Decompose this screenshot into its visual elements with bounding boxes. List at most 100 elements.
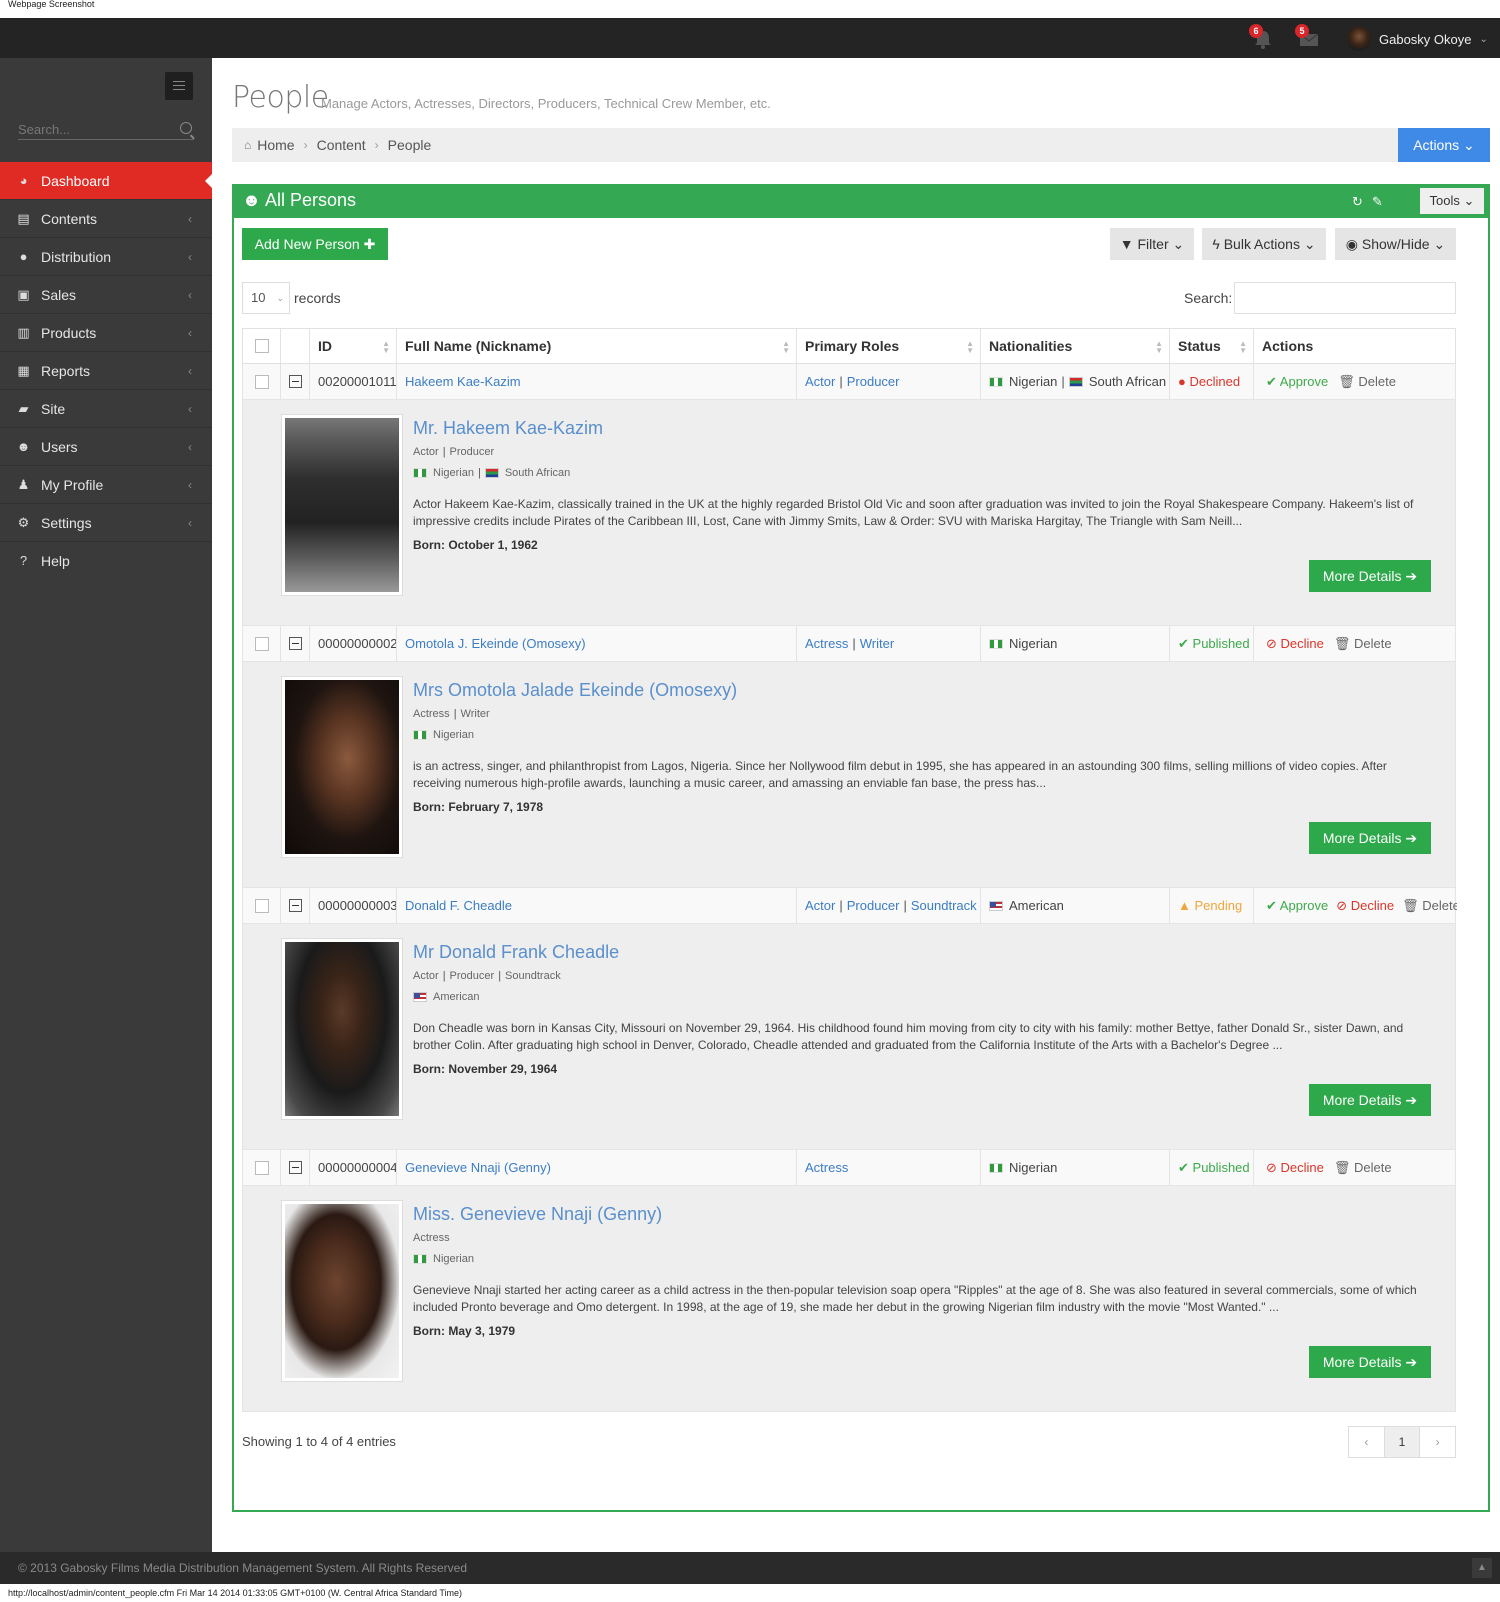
role-link[interactable]: Actor — [805, 898, 835, 913]
user-menu[interactable]: Gabosky Okoye ⌄ — [1347, 26, 1488, 52]
status-url: http://localhost/admin/content_people.cf… — [8, 1588, 462, 1598]
messages-button[interactable]: 5 — [1295, 24, 1320, 50]
table-search-input[interactable] — [1234, 282, 1456, 314]
chevron-down-icon: ⌄ — [1303, 236, 1316, 252]
delete-button[interactable]: 🗑︎ Delete — [1334, 1160, 1392, 1176]
table-search-label: Search: — [1184, 290, 1233, 306]
arrow-circle-right-icon: ➔ — [1405, 830, 1418, 846]
sidebar-item-reports[interactable]: ▦ Reports ‹ — [0, 352, 212, 390]
decline-button[interactable]: ⊘ Decline — [1266, 636, 1324, 652]
sidebar-item-products[interactable]: ▥ Products ‹ — [0, 314, 212, 352]
pagination-page-1[interactable]: 1 — [1384, 1427, 1421, 1457]
role-link[interactable]: Actress — [805, 636, 848, 651]
breadcrumb-home[interactable]: Home — [257, 137, 294, 153]
sort-icon: ▲ ▼ — [1155, 339, 1163, 355]
messages-badge: 5 — [1295, 24, 1309, 38]
row-checkbox[interactable] — [254, 636, 269, 651]
page-length-select[interactable]: 10 ⌄ — [242, 282, 290, 314]
delete-button[interactable]: 🗑︎ Delete — [1402, 898, 1457, 914]
delete-button[interactable]: 🗑︎ Delete — [1334, 636, 1392, 652]
eye-icon: ◉ — [1345, 236, 1358, 252]
nationality: Nigerian — [1009, 374, 1058, 389]
more-details-button[interactable]: More Details ➔ — [1309, 1346, 1431, 1378]
select-all-checkbox[interactable] — [254, 339, 269, 353]
chevron-down-icon: ⌄ — [1479, 33, 1488, 45]
wrench-icon[interactable]: ✎ — [1372, 194, 1383, 210]
bulk-actions-button[interactable]: ϟ Bulk Actions ⌄ — [1202, 228, 1326, 260]
sidebar-item-help[interactable]: ? Help — [0, 542, 212, 580]
person-name-link[interactable]: Hakeem Kae-Kazim — [405, 374, 521, 389]
collapse-row-icon[interactable] — [289, 637, 302, 650]
decline-button[interactable]: ⊘ Decline — [1266, 1160, 1324, 1176]
sidebar-item-settings[interactable]: ⚙ Settings ‹ — [0, 504, 212, 542]
sidebar-item-label: Products — [41, 325, 97, 341]
decline-button[interactable]: ⊘ Decline — [1336, 898, 1394, 914]
alerts-button[interactable]: 6 — [1249, 24, 1274, 50]
more-details-button[interactable]: More Details ➔ — [1309, 1084, 1431, 1116]
pagination: ‹ 1 › — [1348, 1426, 1456, 1458]
role-link[interactable]: Soundtrack — [911, 898, 977, 913]
role-link[interactable]: Actress — [805, 1160, 848, 1175]
chevron-left-icon: ‹ — [188, 364, 192, 378]
sidebar-item-users[interactable]: ☻ Users ‹ — [0, 428, 212, 466]
scroll-top-button[interactable]: ▲ — [1472, 1558, 1492, 1578]
detail-full-name[interactable]: Miss. Genevieve Nnaji (Genny) — [413, 1204, 662, 1225]
select-all-cell — [243, 329, 281, 363]
actions-dropdown-button[interactable]: Actions ⌄ — [1398, 128, 1490, 162]
sidebar-item-label: Sales — [41, 287, 77, 303]
search-icon[interactable] — [180, 122, 192, 134]
refresh-icon[interactable]: ↻ — [1352, 194, 1363, 210]
role-link[interactable]: Producer — [847, 898, 900, 913]
chevron-down-icon: ⌄ — [1463, 193, 1475, 208]
chevron-down-icon: ⌄ — [1463, 137, 1475, 153]
sidebar-item-contents[interactable]: ▤ Contents ‹ — [0, 200, 212, 238]
sidebar-item-dashboard[interactable]: ◕ Dashboard — [0, 162, 212, 200]
role-link[interactable]: Actor — [805, 374, 835, 389]
role-link[interactable]: Producer — [847, 374, 900, 389]
collapse-row-icon[interactable] — [289, 1161, 302, 1174]
column-header-nationalities[interactable]: Nationalities ▲ ▼ — [981, 329, 1170, 363]
approve-button[interactable]: ✔ Approve — [1266, 898, 1328, 914]
row-checkbox[interactable] — [254, 898, 269, 913]
filter-button[interactable]: ▼ Filter ⌄ — [1110, 228, 1194, 260]
delete-button[interactable]: 🗑︎ Delete — [1338, 374, 1396, 390]
collapse-row-icon[interactable] — [289, 899, 302, 912]
person-name-link[interactable]: Donald F. Cheadle — [405, 898, 512, 913]
detail-born: Born: February 7, 1978 — [413, 800, 544, 814]
detail-full-name[interactable]: Mr Donald Frank Cheadle — [413, 942, 619, 963]
sidebar-toggle-button[interactable] — [165, 72, 193, 100]
column-header-id[interactable]: ID ▲ ▼ — [310, 329, 397, 363]
row-checkbox[interactable] — [254, 1160, 269, 1175]
more-details-button[interactable]: More Details ➔ — [1309, 560, 1431, 592]
chevron-down-icon: ⌄ — [1172, 236, 1185, 252]
sort-icon: ▲ ▼ — [382, 339, 390, 355]
portlet-title-text: All Persons — [264, 190, 357, 210]
sidebar-search-input[interactable]: Search... — [18, 120, 194, 140]
sidebar-item-label: Contents — [41, 211, 98, 227]
status-badge: ✔ Published — [1170, 626, 1254, 661]
more-details-button[interactable]: More Details ➔ — [1309, 822, 1431, 854]
approve-button[interactable]: ✔ Approve — [1266, 374, 1328, 390]
detail-full-name[interactable]: Mr. Hakeem Kae-Kazim — [413, 418, 603, 439]
person-name-link[interactable]: Genevieve Nnaji (Genny) — [405, 1160, 551, 1175]
sidebar-item-my-profile[interactable]: ♟ My Profile ‹ — [0, 466, 212, 504]
row-checkbox[interactable] — [254, 374, 269, 389]
column-header-roles[interactable]: Primary Roles ▲ ▼ — [797, 329, 981, 363]
role-link[interactable]: Writer — [860, 636, 894, 651]
show-hide-button[interactable]: ◉ Show/Hide ⌄ — [1335, 228, 1456, 260]
breadcrumb-content[interactable]: Content — [317, 137, 366, 153]
pagination-prev[interactable]: ‹ — [1349, 1427, 1385, 1457]
person-name-link[interactable]: Omotola J. Ekeinde (Omosexy) — [405, 636, 586, 651]
sidebar-item-distribution[interactable]: ● Distribution ‹ — [0, 238, 212, 276]
column-header-actions: Actions — [1262, 338, 1314, 354]
sidebar-item-site[interactable]: ▰ Site ‹ — [0, 390, 212, 428]
collapse-row-icon[interactable] — [289, 375, 302, 388]
detail-full-name[interactable]: Mrs Omotola Jalade Ekeinde (Omosexy) — [413, 680, 737, 701]
add-new-person-button[interactable]: Add New Person ✚ — [242, 228, 388, 260]
column-header-status[interactable]: Status ▲ ▼ — [1170, 329, 1254, 363]
pagination-next[interactable]: › — [1420, 1427, 1455, 1457]
sidebar-item-sales[interactable]: ▣ Sales ‹ — [0, 276, 212, 314]
tools-dropdown-button[interactable]: Tools ⌄ — [1420, 188, 1484, 214]
detail-born: Born: May 3, 1979 — [413, 1324, 516, 1338]
column-header-name[interactable]: Full Name (Nickname) ▲ ▼ — [397, 329, 797, 363]
